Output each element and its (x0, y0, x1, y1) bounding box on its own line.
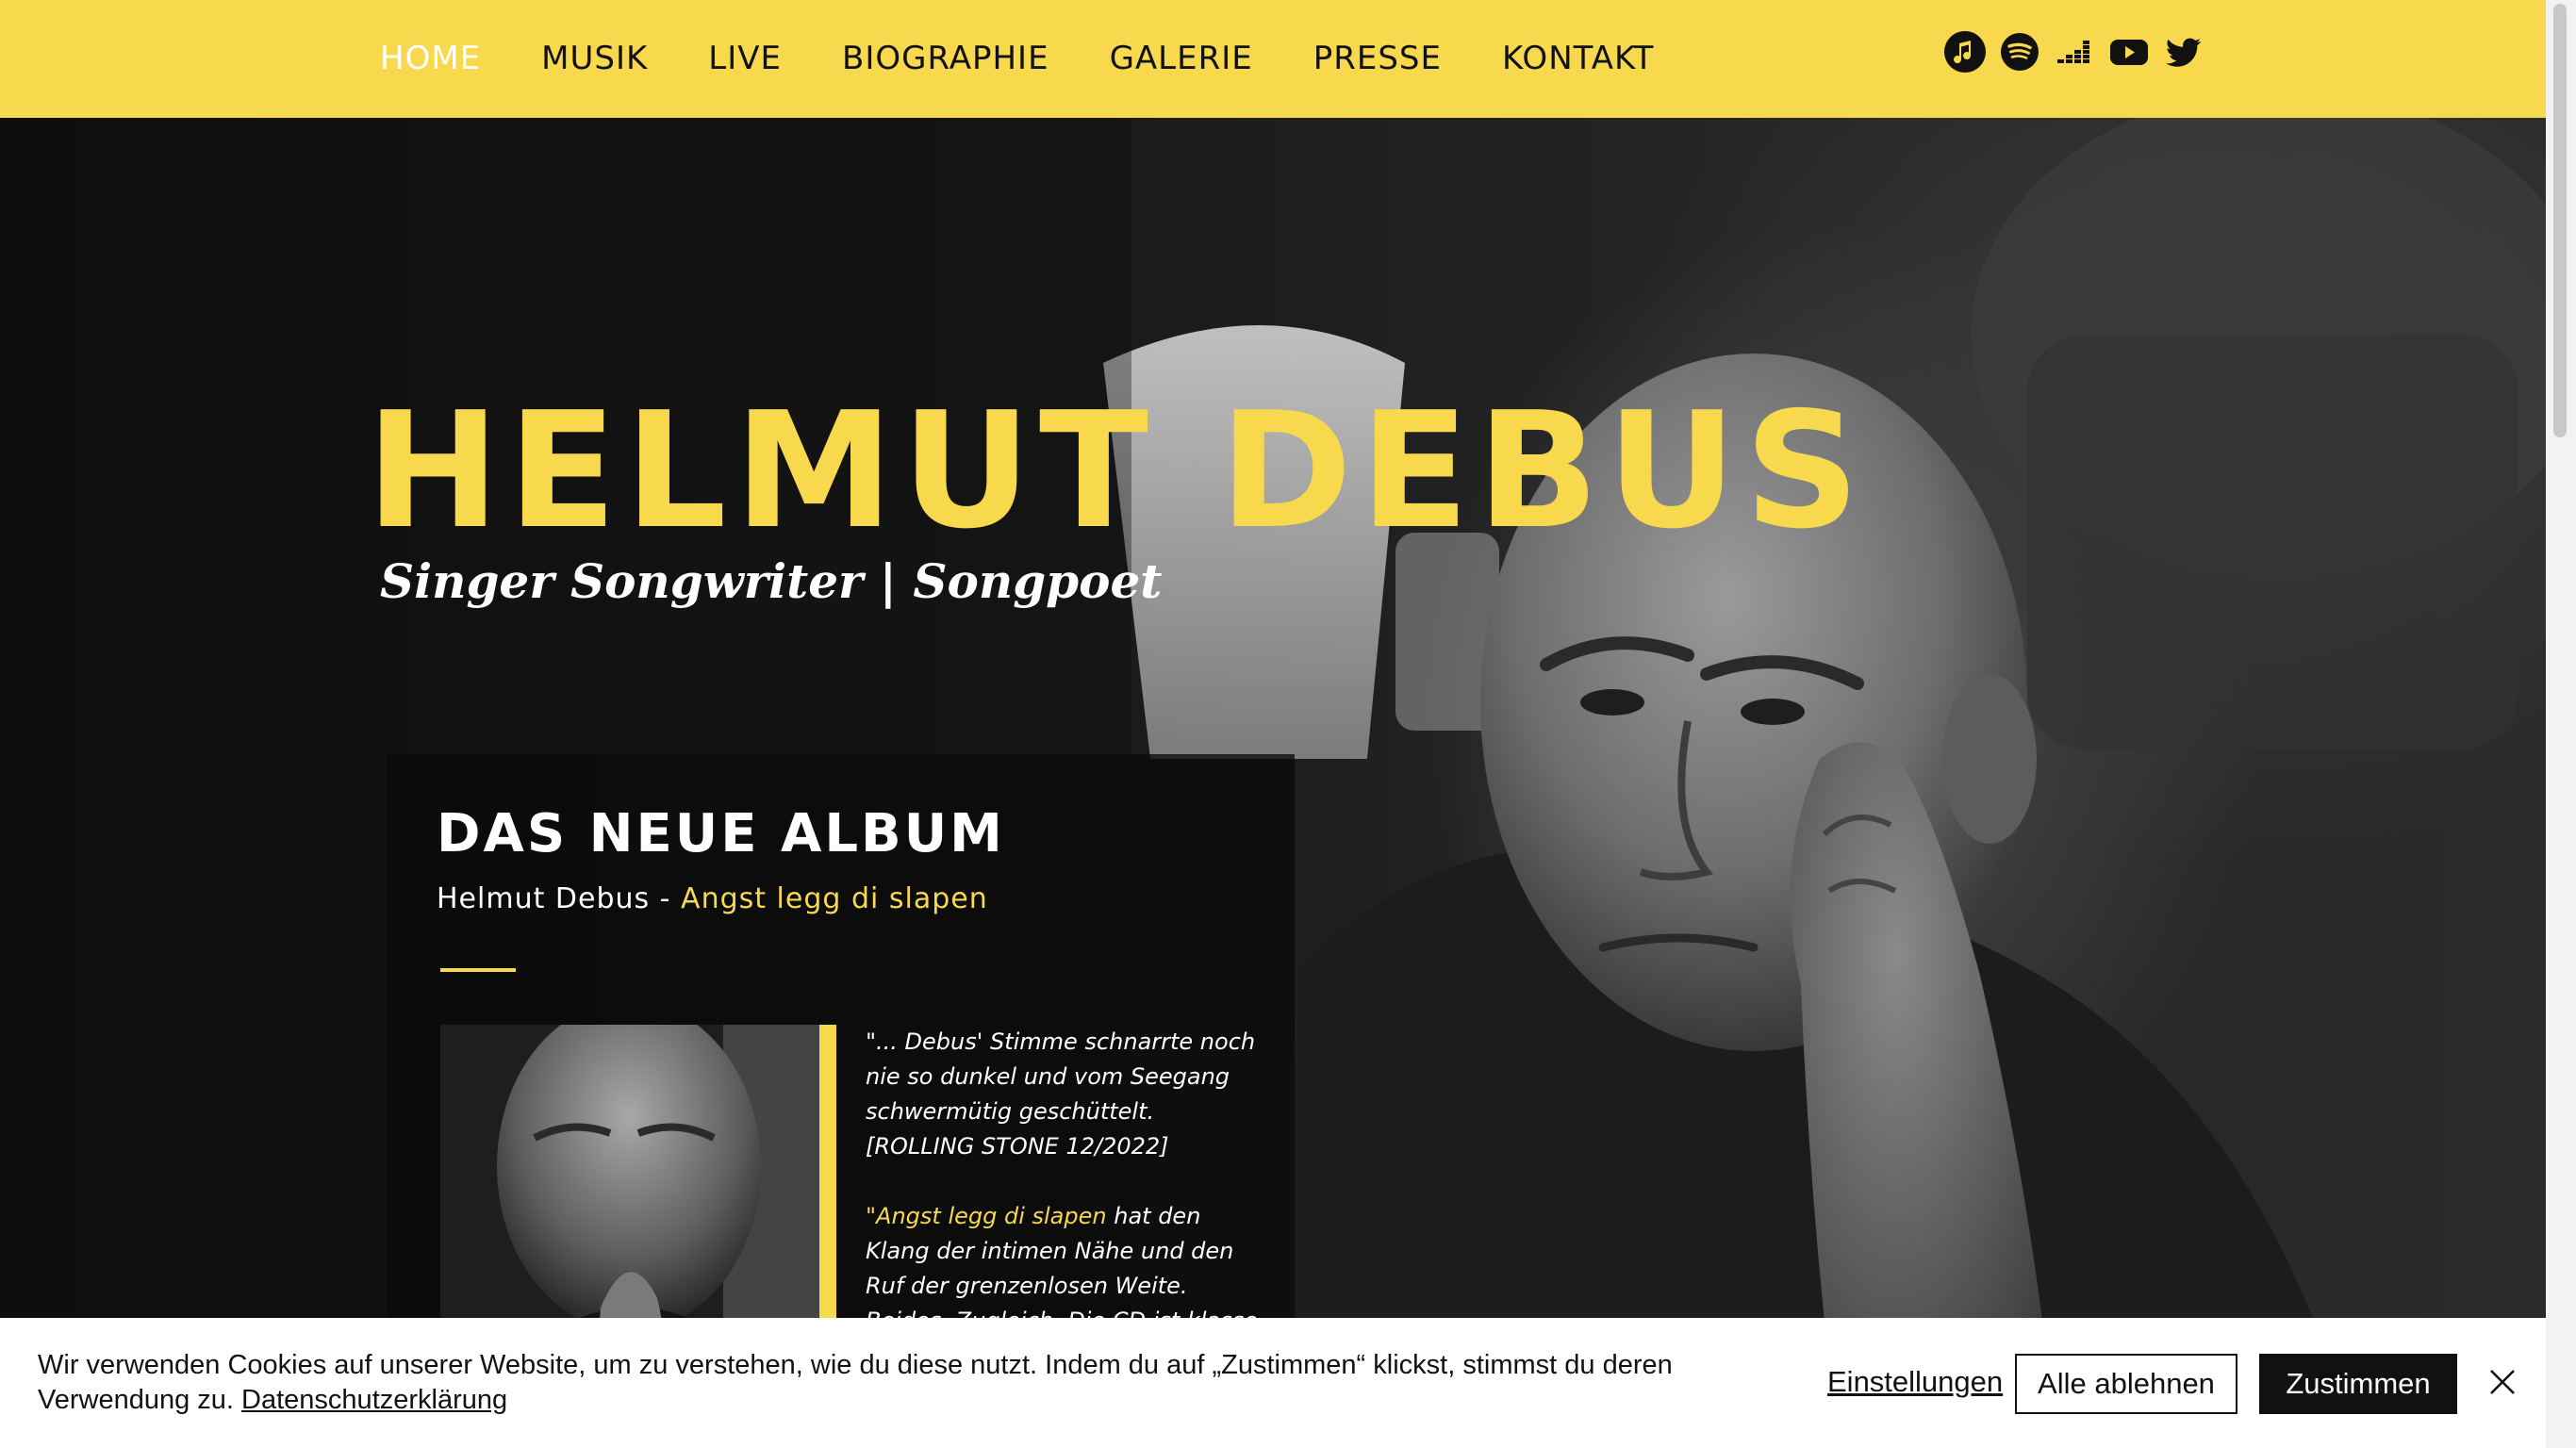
nav-live[interactable]: LIVE (708, 36, 782, 81)
scrollbar-thumb[interactable] (2553, 4, 2567, 437)
album-artist: Helmut Debus (437, 882, 651, 915)
nav-musik[interactable]: MUSIK (541, 36, 648, 81)
social-links (1944, 31, 2204, 73)
nav-kontakt[interactable]: KONTAKT (1502, 36, 1654, 81)
cookie-banner: Wir verwenden Cookies auf unserer Websit… (0, 1318, 2546, 1448)
main-nav: HOME MUSIK LIVE BIOGRAPHIE GALERIE PRESS… (380, 36, 1714, 81)
quote-rolling-stone: "... Debus' Stimme schnarrte noch nie so… (866, 1028, 1256, 1160)
album-subtitle: Helmut Debus - Angst legg di slapen (437, 882, 988, 915)
reject-all-button[interactable]: Alle ablehnen (2015, 1354, 2237, 1414)
hero-subtitle: Singer Songwriter | Songpoet (380, 553, 1163, 609)
hero-title: HELMUT DEBUS (366, 378, 1868, 565)
album-title-link[interactable]: Angst legg di slapen (681, 882, 988, 915)
site-header: HOME MUSIK LIVE BIOGRAPHIE GALERIE PRESS… (0, 0, 2546, 118)
nav-presse[interactable]: PRESSE (1313, 36, 1442, 81)
youtube-icon[interactable] (2108, 31, 2150, 73)
close-icon[interactable] (2489, 1369, 2516, 1395)
privacy-policy-link[interactable]: Datenschutzerklärung (241, 1385, 507, 1415)
accent-divider (440, 968, 516, 972)
album-separator: - (650, 882, 682, 915)
page-scrollbar[interactable] (2546, 0, 2576, 1448)
nav-biographie[interactable]: BIOGRAPHIE (842, 36, 1049, 81)
spotify-icon[interactable] (1999, 31, 2040, 73)
accept-button[interactable]: Zustimmen (2259, 1354, 2457, 1414)
deezer-icon[interactable] (2054, 31, 2095, 73)
cookie-settings-link[interactable]: Einstellungen (1827, 1365, 2003, 1399)
nav-galerie[interactable]: GALERIE (1110, 36, 1253, 81)
album-heading: DAS NEUE ALBUM (437, 803, 1005, 864)
apple-music-icon[interactable] (1944, 31, 1986, 73)
cookie-message: Wir verwenden Cookies auf unserer Websit… (38, 1350, 1673, 1415)
hero-section: HELMUT DEBUS Singer Songwriter | Songpoe… (0, 118, 2546, 1448)
nav-home[interactable]: HOME (380, 36, 481, 81)
twitter-icon[interactable] (2163, 31, 2204, 73)
